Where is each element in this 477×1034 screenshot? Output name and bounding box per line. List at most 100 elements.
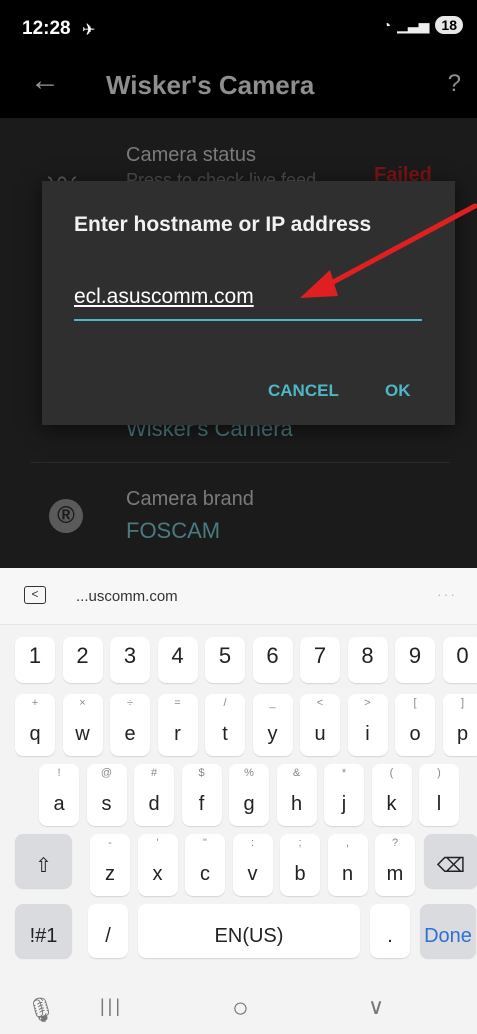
key-label: q (29, 723, 41, 745)
key-hint: # (150, 767, 158, 779)
key-label: !#1 (29, 925, 58, 947)
key-m[interactable]: ? m (375, 834, 415, 896)
key-r[interactable]: = r (157, 694, 198, 756)
key-e[interactable]: ÷ e (110, 694, 150, 756)
key-label: n (341, 863, 354, 885)
help-icon[interactable]: ? (448, 70, 461, 98)
battery-badge: 18 (435, 16, 463, 34)
brand-icon: ® (49, 499, 83, 533)
symbols-key[interactable]: !#1 (15, 904, 72, 958)
key-z[interactable]: -z (90, 834, 130, 896)
key-8[interactable]: 8 (347, 637, 388, 683)
camera-status-title[interactable]: Camera status (126, 144, 256, 167)
key-hint: " (203, 837, 207, 849)
key-hint: _ (269, 697, 276, 709)
key-q[interactable]: + q (15, 694, 55, 756)
key-1[interactable]: 1 (15, 637, 55, 683)
key-j[interactable]: * j (324, 764, 364, 826)
key-hint: + (31, 697, 39, 709)
key-label: 2 (76, 643, 89, 668)
key-hint: $ (198, 767, 205, 779)
done-key[interactable]: Done (420, 904, 476, 958)
back-arrow-icon[interactable]: ← (30, 64, 60, 98)
key-c[interactable]: " c (185, 834, 225, 896)
key-hint: ) (437, 767, 441, 779)
key-i[interactable]: > i (347, 694, 388, 756)
recent-apps-icon[interactable]: ||| (100, 996, 123, 1017)
key-hint: , (345, 837, 350, 849)
key-label: v (247, 863, 258, 885)
cancel-button[interactable]: CANCEL (268, 381, 339, 401)
key-hint: = (174, 697, 181, 709)
space-key[interactable]: EN(US) (138, 904, 360, 958)
mic-icon[interactable]: 🎙 (26, 996, 56, 1025)
ok-button[interactable]: OK (385, 381, 411, 401)
key-w[interactable]: × w (62, 694, 103, 756)
more-icon[interactable]: ··· (437, 586, 457, 602)
key-label: m (386, 863, 404, 885)
key-label: b (294, 863, 306, 885)
key-4[interactable]: 4 (157, 637, 198, 683)
collapse-icon[interactable]: < (24, 586, 46, 604)
key-hint: & (292, 767, 301, 779)
key-y[interactable]: _ y (252, 694, 293, 756)
key-h[interactable]: & h (276, 764, 317, 826)
divider (30, 462, 450, 463)
key-label: 7 (313, 643, 327, 668)
key-3[interactable]: 3 (110, 637, 150, 683)
status-icons: ◔ ▁▃▅ 18 (383, 16, 463, 34)
key-hint: % (244, 767, 254, 779)
hostname-dialog: Enter hostname or IP address CANCEL OK (42, 181, 455, 425)
key-k[interactable]: (k (371, 764, 412, 826)
key-hint: / (223, 697, 227, 709)
key-o[interactable]: [o (395, 694, 435, 756)
key-label: 6 (266, 643, 279, 668)
key-hint: ÷ (126, 697, 134, 709)
key-t[interactable]: / t (205, 694, 245, 756)
key-f[interactable]: $ f (181, 764, 222, 826)
key-u[interactable]: < u (300, 694, 340, 756)
key-5[interactable]: 5 (205, 637, 245, 683)
key-l[interactable]: ) l (419, 764, 459, 826)
status-time: 12:28 (22, 18, 71, 39)
key-period[interactable]: . (370, 904, 410, 958)
key-hint: * (341, 767, 347, 779)
key-slash[interactable]: / (88, 904, 128, 958)
key-b[interactable]: ; b (280, 834, 320, 896)
key-hint: - (108, 837, 112, 849)
suggestion-text[interactable]: ...uscomm.com (76, 588, 178, 605)
key-hint: < (316, 697, 324, 709)
key-d[interactable]: # d (134, 764, 174, 826)
key-0[interactable]: 0 (442, 637, 477, 683)
key-6[interactable]: 6 (252, 637, 293, 683)
key-p[interactable]: ] p (442, 694, 477, 756)
key-a[interactable]: ! a (39, 764, 79, 826)
key-label: e (124, 723, 136, 745)
key-label: 4 (171, 643, 184, 668)
key-label: i (365, 723, 370, 745)
key-label: ⇧ (35, 855, 52, 877)
key-label: z (105, 863, 115, 885)
key-2[interactable]: 2 (62, 637, 103, 683)
key-hint: [ (413, 697, 417, 709)
key-v[interactable]: :v (232, 834, 273, 896)
key-label: 0 (456, 643, 469, 668)
key-label: 9 (408, 643, 422, 668)
key-label: y (267, 723, 278, 745)
backspace-key[interactable]: ⌫ (424, 834, 477, 888)
key-s[interactable]: @ s (86, 764, 127, 826)
key-7[interactable]: 7 (300, 637, 340, 683)
key-hint: @ (100, 767, 113, 779)
hostname-input[interactable] (74, 279, 422, 321)
back-icon[interactable]: ∨ (368, 994, 384, 1020)
key-9[interactable]: 9 (395, 637, 435, 683)
key-n[interactable]: ,n (327, 834, 368, 896)
key-g[interactable]: % g (229, 764, 269, 826)
key-hint: > (364, 697, 371, 709)
camera-brand-title[interactable]: Camera brand (126, 488, 254, 511)
shift-key[interactable]: ⇧ (15, 834, 72, 888)
key-x[interactable]: ' x (137, 834, 178, 896)
home-icon[interactable]: ○ (232, 992, 249, 1024)
key-label: 1 (28, 643, 42, 668)
key-label: 3 (123, 643, 137, 668)
